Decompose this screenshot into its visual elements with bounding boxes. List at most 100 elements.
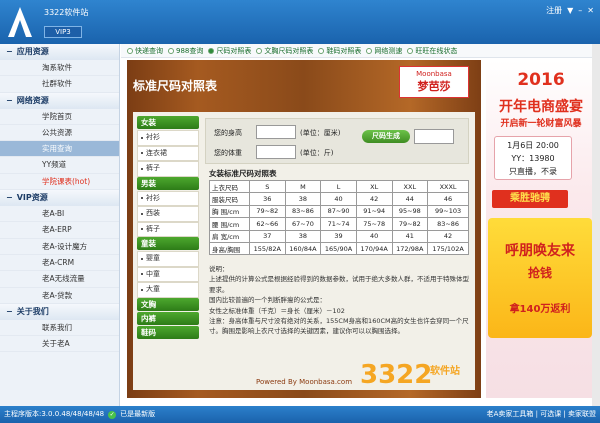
bullet-icon (141, 228, 143, 231)
sidebar-item[interactable]: 淘系软件 (0, 60, 119, 77)
sidebar-item[interactable]: 老A-CRM (0, 255, 119, 272)
bullet-icon (141, 197, 143, 200)
table-cell: 42 (355, 192, 393, 206)
sidebar-item[interactable]: 老A-贷款 (0, 288, 119, 304)
tab[interactable]: 尺码对照表 (206, 46, 253, 56)
sidebar-group[interactable]: − 应用资源 (0, 44, 119, 60)
minimize-icon[interactable]: – (578, 6, 582, 15)
table-cell: 44 (391, 192, 429, 206)
table-cell: 39 (320, 229, 357, 243)
category-header[interactable]: 童装 (137, 237, 199, 250)
tab[interactable]: 快递查询 (125, 46, 165, 56)
category-item[interactable]: 衬衫 (137, 130, 199, 146)
size-result-field (414, 129, 454, 144)
category-item[interactable]: 裤子 (137, 161, 199, 177)
category-header[interactable]: 女装 (137, 116, 199, 129)
sidebar-item[interactable]: 学院课表(hot) (0, 174, 119, 191)
status-right[interactable]: 老A卖家工具箱 | 可选课 | 卖家联盟 (487, 406, 596, 423)
scrollbar[interactable] (592, 44, 600, 406)
ad-panel[interactable]: 2016 开年电商盛宴 开启新一轮财富风暴 1月6日 20:00 YY：1398… (486, 60, 596, 398)
generate-size-button[interactable]: 尺码生成 (362, 130, 410, 143)
sidebar-item[interactable]: 老A-BI (0, 206, 119, 223)
category-item-label: 衬衫 (146, 193, 160, 202)
table-cell: 83~86 (427, 217, 469, 231)
tab[interactable]: 网络测速 (364, 46, 404, 56)
table-cell: 83~86 (284, 204, 322, 219)
category-item[interactable]: 大童 (137, 282, 199, 298)
watermark-number: 3322 (360, 360, 433, 390)
menu-icon[interactable]: ▼ (567, 6, 573, 15)
radio-icon[interactable] (318, 47, 325, 54)
category-item-label: 裤子 (146, 164, 160, 173)
height-input[interactable] (256, 125, 296, 139)
category-item[interactable]: 衬衫 (137, 190, 199, 206)
table-cell: 胸 围/cm (209, 204, 250, 219)
category-header[interactable]: 男装 (137, 176, 199, 190)
radio-icon[interactable] (256, 47, 263, 54)
ad-button[interactable]: 乘胜驰骋 (492, 190, 568, 208)
radio-icon[interactable] (366, 47, 373, 54)
tab-label: 网络测速 (374, 46, 403, 55)
radio-icon[interactable] (208, 47, 215, 54)
sidebar-group[interactable]: − VIP资源 (0, 190, 119, 207)
table-cell: 服装尺码 (209, 192, 250, 206)
table-cell: 37 (249, 229, 286, 243)
weight-label: 您的体重 (214, 149, 242, 157)
sidebar-item[interactable]: 联系我们 (0, 320, 119, 337)
collapse-icon[interactable]: − (6, 190, 13, 206)
weight-input[interactable] (256, 145, 296, 159)
tab-label: 988查询 (176, 46, 204, 55)
category-item[interactable]: 婴童 (137, 251, 199, 267)
note-line: 注意：身高体重与尺寸没有绝对的关系，155CM身高和160CM高的女生也许会穿同… (209, 317, 469, 336)
status-left: 主程序版本:3.0.0.48/48/48/48 ✓ 已是最新版 (4, 406, 155, 423)
weight-unit: (单位：斤) (300, 149, 334, 157)
app-logo-icon (8, 7, 32, 37)
collapse-icon[interactable]: − (6, 93, 13, 109)
sidebar-item[interactable]: 公共资源 (0, 125, 119, 142)
radio-icon[interactable] (127, 47, 133, 54)
bullet-icon (141, 273, 143, 276)
sidebar-group[interactable]: − 网络资源 (0, 92, 119, 109)
table-cell: L (320, 179, 357, 194)
category-item[interactable]: 裤子 (137, 221, 199, 237)
sidebar-group[interactable]: − 关于我们 (0, 303, 119, 320)
sidebar-item[interactable]: 老A-ERP (0, 222, 119, 239)
category-menu: 女装 衬衫 连衣裙 裤子 男装 衬衫 西装 裤子 童装 婴童 中童 大童 文胸 内裤 鞋码 (137, 116, 199, 340)
tab[interactable]: 旺旺在线状态 (405, 46, 459, 56)
bullet-icon (141, 136, 143, 139)
collapse-icon[interactable]: − (6, 44, 13, 60)
bullet-icon (141, 152, 143, 155)
height-unit: (单位：厘米) (300, 129, 341, 137)
ad-card: 1月6日 20:00 YY：13980 只直播，不录 (494, 136, 572, 180)
ad-banner[interactable]: 呼朋唤友来 抢钱 拿140万返利 (488, 218, 592, 338)
category-item[interactable]: 中童 (137, 266, 199, 282)
brand-en: Moonbasa (416, 70, 452, 78)
sidebar-item[interactable]: 老A-设计魔方 (0, 239, 119, 255)
sidebar-item[interactable]: 实用查询 (0, 141, 119, 158)
radio-icon[interactable] (168, 47, 174, 54)
table-cell: 41 (391, 229, 429, 243)
sidebar-item[interactable]: 社群软件 (0, 76, 119, 93)
category-item[interactable]: 西装 (137, 206, 199, 222)
collapse-icon[interactable]: − (6, 304, 13, 320)
table-cell: 95~98 (391, 204, 429, 219)
category-header[interactable]: 内裤 (137, 311, 199, 325)
category-header[interactable]: 鞋码 (137, 325, 199, 339)
sidebar-item[interactable]: 关于老A (0, 336, 119, 353)
table-cell: 36 (249, 192, 286, 206)
close-icon[interactable]: ✕ (587, 6, 594, 15)
sidebar-item[interactable]: 老A无线流量 (0, 271, 119, 288)
ad-card-line: YY：13980 (511, 154, 555, 163)
tab[interactable]: 鞋码对照表 (316, 46, 363, 56)
category-item[interactable]: 连衣裙 (137, 145, 199, 161)
radio-icon[interactable] (407, 47, 414, 54)
table-cell: 71~74 (320, 217, 357, 231)
notes: 说明： 上述提供的计算公式是根据经验得到的数据参数，试用于绝大多数人群，不适用于特… (209, 264, 471, 337)
sidebar-item[interactable]: 学院首页 (0, 109, 119, 125)
tab[interactable]: 文胸尺码对照表 (254, 46, 315, 56)
tab[interactable]: 988查询 (166, 46, 205, 56)
login-link[interactable]: 注册 (546, 5, 562, 16)
category-header[interactable]: 文胸 (137, 297, 199, 311)
table-cell: 上衣尺码 (209, 179, 250, 194)
sidebar-item[interactable]: YY频道 (0, 157, 119, 174)
